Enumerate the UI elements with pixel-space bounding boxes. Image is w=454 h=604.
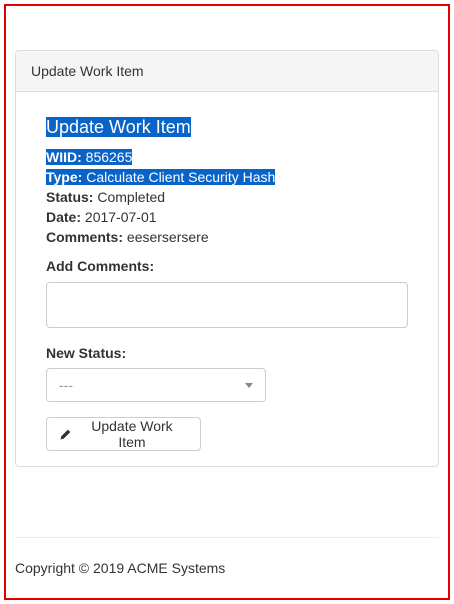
status-row: Status: Completed [46,187,165,207]
wiid-selection: WIID: 856265 [46,149,133,165]
add-comments-label: Add Comments: [46,258,155,274]
wiid-row: WIID: 856265 [46,147,133,167]
chevron-down-icon [245,383,253,388]
date-value: 2017-07-01 [84,209,157,225]
pencil-icon [60,429,71,439]
date-row: Date: 2017-07-01 [46,207,157,227]
footer-divider [15,537,439,538]
type-label: Type: [46,169,83,185]
work-item-title-text: Update Work Item [46,117,191,137]
type-value: Calculate Client Security Hash [86,169,276,185]
comments-label: Comments: [46,229,124,245]
comments-value: eesersersere [126,229,209,245]
wiid-label: WIID: [46,149,82,165]
type-selection: Type: Calculate Client Security Hash [46,169,276,185]
update-button-label: Update Work Item [91,418,173,450]
status-value: Completed [97,189,166,205]
work-item-title: Update Work Item [46,116,191,138]
footer-copyright: Copyright © 2019 ACME Systems [15,560,226,576]
new-status-selected: --- [59,377,73,393]
status-label: Status: [46,189,94,205]
add-comments-input[interactable] [46,282,408,328]
comments-row: Comments: eesersersere [46,227,209,247]
date-label: Date: [46,209,82,225]
type-row: Type: Calculate Client Security Hash [46,167,276,187]
new-status-label: New Status: [46,345,127,361]
new-status-select[interactable]: --- [46,368,266,402]
panel-heading: Update Work Item [16,51,438,92]
update-work-item-button[interactable]: Update Work Item [46,417,201,451]
wiid-value: 856265 [85,149,133,165]
work-item-panel: Update Work Item Update Work Item WIID: … [15,50,439,467]
